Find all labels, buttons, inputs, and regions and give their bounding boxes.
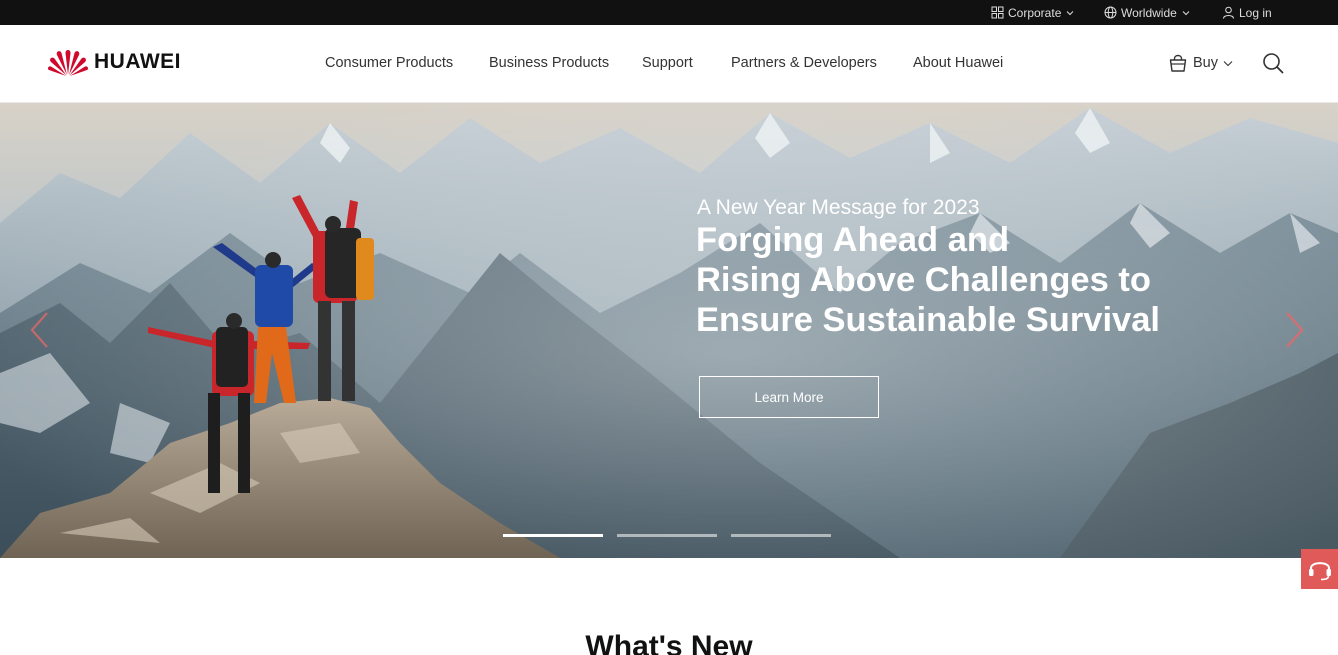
carousel-indicator-2[interactable] [617,534,717,537]
hero-kicker: A New Year Message for 2023 [697,196,980,219]
login-label: Log in [1239,5,1272,20]
learn-more-button[interactable]: Learn More [699,376,879,418]
corporate-menu[interactable]: Corporate [991,0,1074,25]
login-link[interactable]: Log in [1222,0,1272,25]
user-icon [1223,6,1234,19]
buy-label: Buy [1193,55,1218,71]
chevron-down-icon [1182,10,1190,15]
globe-icon [1104,6,1117,19]
carousel-next-button[interactable] [1284,310,1306,355]
hero-title-line: Rising Above Challenges to [696,261,1151,299]
carousel-indicator-1[interactable] [503,534,603,537]
carousel-prev-button[interactable] [28,310,50,355]
whats-new-heading: What's New [585,630,753,655]
buy-menu[interactable]: Buy [1168,53,1233,73]
nav-support[interactable]: Support [642,55,693,71]
nav-about-huawei[interactable]: About Huawei [913,55,1003,71]
hero-carousel: A New Year Message for 2023 Forging Ahea… [0,103,1338,558]
worldwide-menu[interactable]: Worldwide [1104,0,1190,25]
main-navigation: HUAWEI Consumer Products Business Produc… [0,25,1338,103]
nav-partners-developers[interactable]: Partners & Developers [731,55,877,71]
headset-icon [1308,562,1331,581]
hero-title-line: Ensure Sustainable Survival [696,301,1161,339]
hero-title: Forging Ahead and Rising Above Challenge… [696,220,1256,340]
chevron-left-icon [30,312,48,348]
huawei-flower-icon [48,50,88,76]
shopping-bag-icon [1169,54,1187,72]
customer-support-button[interactable] [1301,549,1338,589]
chevron-down-icon [1223,60,1233,66]
hero-title-line: Forging Ahead and [696,221,1010,259]
search-icon [1263,53,1284,74]
search-button[interactable] [1262,52,1284,79]
chevron-down-icon [1067,10,1074,15]
nav-consumer-products[interactable]: Consumer Products [325,55,453,71]
nav-business-products[interactable]: Business Products [489,55,609,71]
top-utility-bar: Corporate Worldwide Log in [0,0,1338,25]
brand-name: HUAWEI [94,50,181,73]
carousel-indicator-3[interactable] [731,534,831,537]
corporate-label: Corporate [1008,5,1062,20]
worldwide-label: Worldwide [1121,5,1177,20]
huawei-logo[interactable]: HUAWEI [48,47,181,77]
chevron-right-icon [1286,312,1304,348]
grid-icon [991,6,1004,19]
